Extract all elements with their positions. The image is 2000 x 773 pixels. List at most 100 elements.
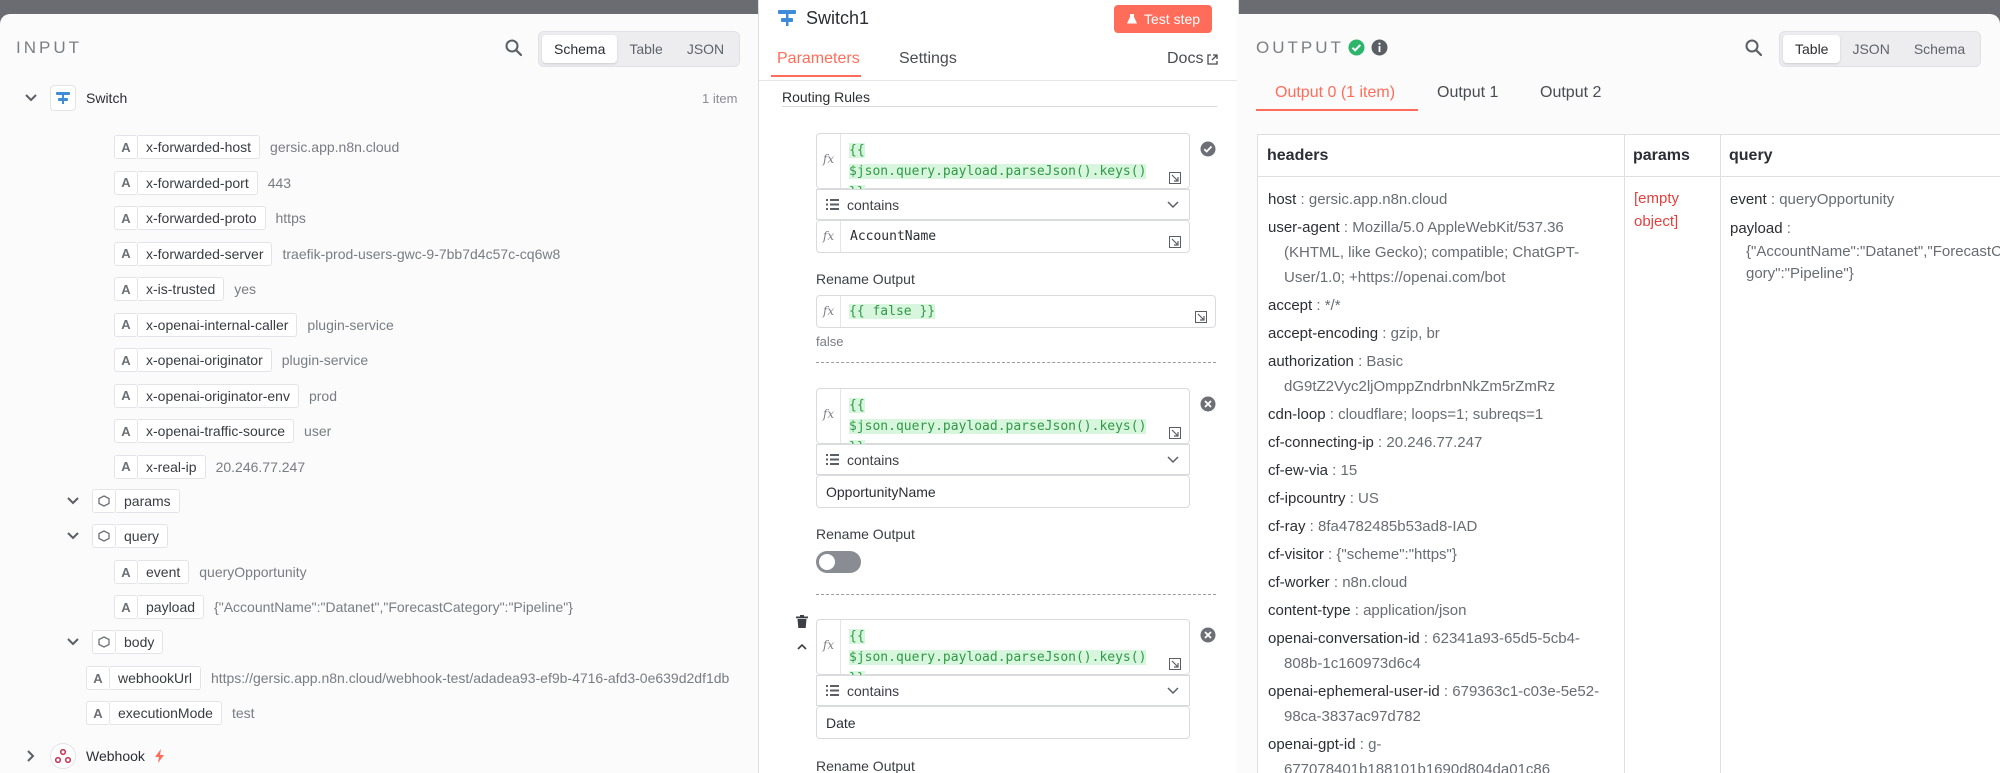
rename-output-toggle[interactable]: [816, 551, 861, 573]
toggle-knob: [819, 554, 835, 570]
chevron-down-icon[interactable]: [1167, 200, 1179, 209]
kv-value: */*: [1324, 297, 1341, 314]
fx-icon: fx: [817, 620, 841, 674]
fx-icon: fx: [817, 221, 841, 252]
chevron-down-icon[interactable]: [1167, 686, 1179, 695]
operator-value: contains: [847, 451, 900, 468]
lightning-icon: [154, 749, 164, 763]
search-icon[interactable]: [504, 38, 524, 58]
fx-icon: fx: [817, 296, 841, 327]
kv-value: cloudflare; loops=1; subreqs=1: [1338, 406, 1544, 423]
tab-output-1[interactable]: Output 1: [1437, 84, 1498, 102]
search-icon[interactable]: [1744, 38, 1764, 58]
kv-value: gersic.app.n8n.cloud: [1308, 191, 1448, 208]
input-title: INPUT: [16, 38, 82, 57]
rule-operator-select[interactable]: contains: [816, 189, 1190, 220]
chevron-down-icon[interactable]: [66, 635, 80, 649]
rule-value-field[interactable]: OpportunityName: [816, 475, 1190, 508]
rule-operator-select[interactable]: contains: [816, 444, 1190, 475]
tab-settings[interactable]: Settings: [899, 50, 957, 68]
kv-key: cf-ray: [1268, 518, 1306, 535]
kv-key: payload: [1730, 220, 1783, 237]
expand-icon[interactable]: [1169, 658, 1181, 670]
column-divider: [1720, 135, 1721, 773]
field-row: A executionMode test: [86, 700, 255, 726]
rule-expression-field[interactable]: fx{{ $json.query.payload.parseJson().key…: [816, 133, 1190, 200]
success-check-icon: [1348, 39, 1365, 56]
expand-icon[interactable]: [1195, 311, 1207, 323]
expand-icon[interactable]: [1169, 427, 1181, 439]
node-title[interactable]: Switch1: [806, 8, 869, 29]
kv-value: queryOpportunity: [1779, 191, 1895, 208]
field-row: Ax-forwarded-server traefik-prod-users-gw…: [114, 241, 560, 267]
field-value: traefik-prod-users-gwc-9-7bb7d4c57c-cq6w…: [282, 245, 561, 262]
rule-value-field[interactable]: Date: [816, 706, 1190, 739]
trash-icon[interactable]: [796, 615, 808, 628]
chevron-right-icon[interactable]: [24, 749, 38, 763]
test-step-label: Test step: [1144, 11, 1201, 27]
root-node-name: Switch: [86, 90, 128, 106]
rule-expression-field[interactable]: fx{{ $json.query.payload.parseJson().key…: [816, 388, 1190, 455]
field-key: x-openai-traffic-source: [138, 419, 295, 443]
string-type-icon: A: [114, 135, 138, 159]
rename-output-field[interactable]: fx {{ false }}: [816, 295, 1216, 328]
input-view-json[interactable]: JSON: [675, 35, 736, 63]
rule-expression-field[interactable]: fx{{ $json.query.payload.parseJson().key…: [816, 619, 1190, 686]
field-row: Ax-real-ip 20.246.77.247: [114, 454, 305, 480]
kv-value: 8fa4782485b53ad8-IAD: [1318, 518, 1478, 535]
kv-key: openai-conversation-id: [1268, 630, 1420, 647]
info-icon[interactable]: [1371, 39, 1388, 56]
tree-webhook[interactable]: Webhook: [24, 743, 165, 769]
input-view-schema[interactable]: Schema: [542, 35, 618, 63]
field-row: Ax-is-trusted yes: [114, 276, 256, 302]
output-view-switch: Table JSON Schema: [1779, 31, 1982, 67]
column-header-params: params: [1624, 135, 1720, 177]
kv-key: event: [1730, 191, 1767, 208]
tree-body[interactable]: body: [66, 629, 164, 655]
chevron-down-icon[interactable]: [66, 494, 80, 508]
kv-key: openai-gpt-id: [1268, 736, 1356, 753]
header-pair: cf-connecting-ip : 20.246.77.247: [1268, 434, 1483, 451]
header-pair: host : gersic.app.n8n.cloud: [1268, 191, 1448, 208]
chevron-down-icon[interactable]: [66, 529, 80, 543]
rule-operator-select[interactable]: contains: [816, 675, 1190, 706]
rename-expression: {{ false }}: [849, 304, 936, 319]
remove-circle-icon[interactable]: [1200, 627, 1216, 643]
chevron-down-icon[interactable]: [24, 91, 38, 105]
expand-icon[interactable]: [1169, 172, 1181, 184]
chevron-up-icon[interactable]: [797, 643, 807, 650]
docs-link[interactable]: Docs: [1167, 50, 1219, 68]
field-row: Ax-forwarded-proto https: [114, 205, 306, 231]
tab-output-2[interactable]: Output 2: [1540, 84, 1601, 102]
tab-output-0[interactable]: Output 0 (1 item): [1275, 84, 1395, 102]
tree-params[interactable]: params: [66, 488, 180, 514]
field-value: user: [304, 423, 332, 439]
field-value: plugin-service: [307, 316, 394, 333]
output-view-json[interactable]: JSON: [1840, 35, 1901, 63]
rule-value-field[interactable]: fx AccountName: [816, 220, 1190, 253]
field-key: x-forwarded-port: [138, 170, 258, 195]
header-pair: accept-encoding : gzip, br: [1268, 325, 1440, 342]
header-pair: cf-ipcountry : US: [1268, 490, 1379, 507]
output-view-schema[interactable]: Schema: [1902, 35, 1977, 63]
kv-key: host: [1268, 191, 1297, 208]
expand-icon[interactable]: [1169, 236, 1181, 248]
remove-circle-icon[interactable]: [1200, 396, 1216, 412]
switch-node-icon: [50, 85, 76, 111]
test-step-button[interactable]: Test step: [1114, 5, 1213, 33]
tree-query[interactable]: query: [66, 523, 169, 549]
query-payload-pair: payload :: [1730, 220, 1791, 237]
kv-key: openai-ephemeral-user-id: [1268, 683, 1440, 700]
kv-value: 20.246.77.247: [1386, 434, 1483, 451]
header-pair: cf-ew-via : 15: [1268, 462, 1358, 479]
chevron-down-icon[interactable]: [1167, 455, 1179, 464]
field-value: 20.246.77.247: [215, 458, 306, 475]
column-divider: [1624, 135, 1625, 773]
tree-root-switch[interactable]: Switch: [24, 85, 127, 111]
string-type-icon: A: [114, 277, 138, 301]
field-row: Ax-openai-originator-env prod: [114, 383, 337, 409]
tab-parameters[interactable]: Parameters: [777, 50, 860, 68]
output-view-table[interactable]: Table: [1783, 35, 1841, 63]
field-key: x-openai-originator-env: [138, 383, 299, 408]
input-view-table[interactable]: Table: [617, 35, 674, 63]
